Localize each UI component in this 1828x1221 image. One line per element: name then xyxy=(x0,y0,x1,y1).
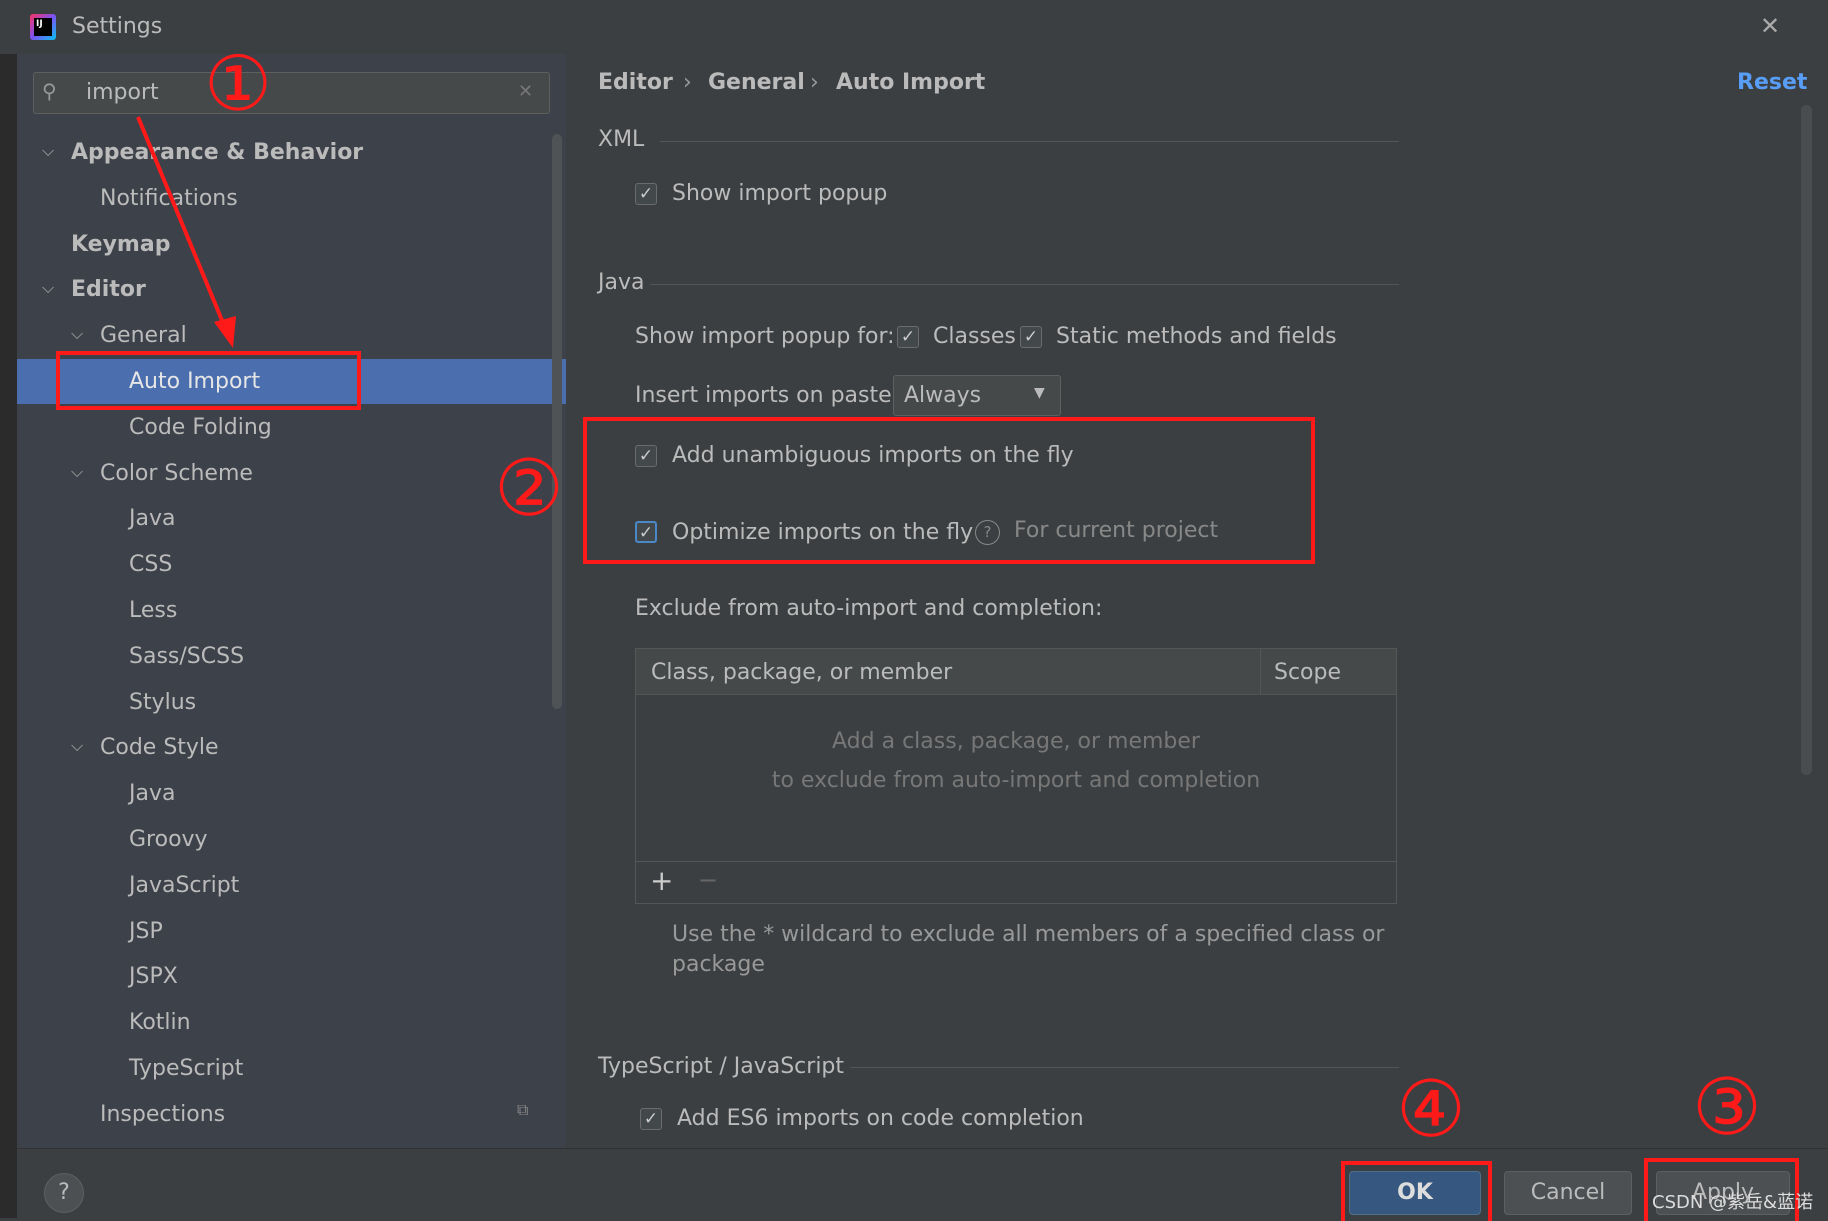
classes-label: Classes xyxy=(933,324,1016,349)
insert-imports-value: Always xyxy=(904,383,982,408)
tree-item-label: Code Folding xyxy=(129,414,272,440)
static-methods-label: Static methods and fields xyxy=(1056,324,1337,349)
es6-imports-label: Add ES6 imports on code completion xyxy=(677,1106,1084,1131)
tree-scrollbar[interactable] xyxy=(552,134,562,709)
tree-item-label: Color Scheme xyxy=(100,460,253,486)
xml-section-title: XML xyxy=(598,127,645,152)
classes-checkbox[interactable]: ✓ xyxy=(897,326,919,348)
popup-for-label: Show import popup for: xyxy=(635,324,895,349)
tree-item-label: Kotlin xyxy=(129,1010,191,1036)
tree-item[interactable]: Sass/SCSS xyxy=(17,634,566,679)
tree-item[interactable]: Kotlin xyxy=(17,1000,566,1045)
tree-item[interactable]: Less xyxy=(17,588,566,633)
static-methods-checkbox[interactable]: ✓ xyxy=(1020,326,1042,348)
tree-item-label: Code Style xyxy=(100,735,219,761)
tree-item-label: JSP xyxy=(129,918,163,944)
divider xyxy=(850,1067,1399,1068)
tree-item[interactable]: JSP xyxy=(17,909,566,954)
close-icon[interactable]: ✕ xyxy=(1760,12,1780,40)
remove-icon[interactable]: − xyxy=(698,866,718,894)
annotation-box-options xyxy=(583,417,1315,564)
table-header: Class, package, or member Scope xyxy=(636,649,1396,695)
tree-item[interactable]: JSPX xyxy=(17,954,566,999)
content-scrollbar[interactable] xyxy=(1801,105,1812,775)
watermark: CSDN @紫岳&蓝诺 xyxy=(1652,1192,1814,1213)
clear-search-icon[interactable]: ✕ xyxy=(518,81,533,102)
tree-item-label: Inspections xyxy=(100,1101,226,1127)
tree-item-label: Java xyxy=(129,781,176,807)
add-icon[interactable]: + xyxy=(650,864,673,897)
breadcrumb-editor[interactable]: Editor xyxy=(598,70,673,95)
insert-imports-label: Insert imports on paste: xyxy=(635,383,900,408)
tree-item-label: CSS xyxy=(129,552,173,578)
chevron-down-icon[interactable]: ⌵ xyxy=(71,449,83,494)
table-toolbar: + − xyxy=(636,861,1396,904)
tree-item[interactable]: TypeScript xyxy=(17,1046,566,1091)
show-import-popup-label: Show import popup xyxy=(672,181,888,206)
tree-item[interactable]: ⌵ Code Style xyxy=(17,725,566,770)
wildcard-hint-line1: Use the * wildcard to exclude all member… xyxy=(672,922,1385,947)
tree-item-label: Java xyxy=(129,506,176,532)
annotation-arrow xyxy=(136,116,236,348)
tree-item[interactable]: Java xyxy=(17,771,566,816)
tree-item-label: Sass/SCSS xyxy=(129,643,245,669)
column-header-scope[interactable]: Scope xyxy=(1274,660,1341,685)
copy-settings-icon: ⧉ xyxy=(517,1100,529,1119)
tree-item[interactable]: Stylus xyxy=(17,680,566,725)
wildcard-hint-line2: package xyxy=(672,952,765,977)
tree-item-label: JavaScript xyxy=(129,872,240,898)
breadcrumb-general[interactable]: General xyxy=(708,70,805,95)
es6-imports-checkbox[interactable]: ✓ xyxy=(640,1108,662,1130)
table-empty-text-2: to exclude from auto-import and completi… xyxy=(771,768,1261,793)
divider xyxy=(650,284,1399,285)
tree-item[interactable]: Inspections xyxy=(17,1092,566,1137)
annotation-number-3: ③ xyxy=(1692,1063,1762,1153)
help-button[interactable]: ? xyxy=(44,1173,84,1213)
reset-link[interactable]: Reset xyxy=(1737,70,1807,95)
annotation-box-ok xyxy=(1341,1161,1492,1221)
java-section-title: Java xyxy=(598,270,645,295)
breadcrumb-separator-icon: › xyxy=(810,70,819,95)
tree-item-label: TypeScript xyxy=(129,1056,244,1081)
tree-item-label: Groovy xyxy=(129,827,208,852)
chevron-down-icon: ▼ xyxy=(1034,385,1045,401)
tree-item[interactable]: Groovy xyxy=(17,817,566,862)
breadcrumb-current: Auto Import xyxy=(836,70,986,95)
annotation-number-2: ② xyxy=(494,444,564,534)
exclude-label: Exclude from auto-import and completion: xyxy=(635,596,1103,621)
breadcrumb-separator-icon: › xyxy=(683,70,692,95)
annotation-number-4: ④ xyxy=(1396,1065,1466,1155)
tree-item-label: Stylus xyxy=(129,689,197,715)
tree-item[interactable]: CSS xyxy=(17,542,566,587)
divider xyxy=(660,141,1399,142)
tree-item[interactable]: JavaScript xyxy=(17,863,566,908)
column-header-class[interactable]: Class, package, or member xyxy=(651,660,952,685)
tree-item[interactable]: Java xyxy=(17,496,566,541)
tree-item-label: Less xyxy=(129,598,178,623)
exclude-table: Class, package, or member Scope Add a cl… xyxy=(635,648,1397,904)
chevron-down-icon[interactable]: ⌵ xyxy=(71,723,83,768)
tree-item[interactable]: Code Folding xyxy=(17,405,566,450)
show-import-popup-checkbox[interactable]: ✓ xyxy=(635,183,657,205)
table-empty-text-1: Add a class, package, or member xyxy=(832,729,1200,754)
cancel-button[interactable]: Cancel xyxy=(1504,1171,1632,1215)
typescript-section-title: TypeScript / JavaScript xyxy=(598,1054,845,1079)
insert-imports-dropdown[interactable]: Always ▼ xyxy=(893,375,1061,416)
column-divider xyxy=(1260,649,1261,695)
tree-item-label: JSPX xyxy=(129,964,178,990)
tree-item[interactable]: ⌵ Color Scheme xyxy=(17,451,566,496)
